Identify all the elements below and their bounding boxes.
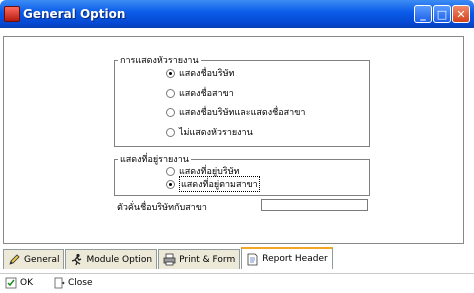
tab-print-form-label: Print & Form	[179, 254, 236, 265]
radio-show-branch-name[interactable]: แสดงชื่อสาขา	[166, 86, 234, 100]
radio-show-company-name[interactable]: แสดงชื่อบริษัท	[166, 66, 234, 80]
title-bar[interactable]: General Option _ □ ✕	[0, 0, 474, 28]
tab-strip: General Module Option Print & Form Repor…	[3, 247, 334, 269]
radio-button[interactable]	[166, 166, 175, 176]
minimize-button[interactable]: _	[414, 5, 432, 23]
radio-label: ไม่แสดงหัวรายงาน	[179, 128, 253, 138]
general-option-window: General Option _ □ ✕ การแสดงหัวรายงาน แส…	[0, 0, 474, 293]
close-button[interactable]: Close	[53, 277, 93, 289]
radio-label: แสดงชื่อบริษัท	[179, 69, 235, 79]
separator-field-label: ตัวคั่นชื่อบริษัทกับสาขา	[117, 203, 207, 213]
document-icon	[247, 253, 258, 265]
radio-hide-report-header[interactable]: ไม่แสดงหัวรายงาน	[166, 125, 253, 139]
tab-general[interactable]: General	[3, 249, 65, 269]
report-header-group-legend: การแสดงหัวรายงาน	[120, 56, 199, 66]
radio-show-company-and-branch[interactable]: แสดงชื่อบริษัทและแสดงชื่อสาขา	[166, 105, 305, 119]
radio-button[interactable]	[166, 88, 175, 98]
radio-branch-address[interactable]: แสดงที่อยู่ตามสาขา	[166, 176, 260, 192]
tab-module-option-label: Module Option	[86, 254, 153, 265]
radio-button[interactable]	[166, 68, 175, 78]
tab-general-label: General	[24, 254, 60, 265]
radio-label: แสดงที่อยู่ตามสาขา	[179, 176, 260, 192]
window-title: General Option	[23, 7, 126, 21]
tab-print-form[interactable]: Print & Form	[158, 249, 241, 269]
radio-label: แสดงชื่อบริษัทและแสดงชื่อสาขา	[179, 108, 306, 118]
separator-input[interactable]	[261, 199, 368, 211]
radio-button[interactable]	[166, 179, 175, 189]
radio-button[interactable]	[166, 107, 175, 117]
maximize-button[interactable]: □	[433, 5, 451, 23]
ok-button[interactable]: OK	[5, 277, 33, 289]
close-button-label: Close	[68, 278, 93, 288]
app-icon	[4, 6, 20, 22]
radio-label: แสดงชื่อสาขา	[179, 89, 234, 99]
button-bar: OK Close	[0, 273, 474, 293]
runner-icon	[72, 253, 82, 266]
printer-icon	[163, 253, 176, 266]
close-window-button[interactable]: ✕	[452, 5, 470, 23]
tab-report-header[interactable]: Report Header	[241, 247, 333, 269]
tab-report-header-label: Report Header	[262, 254, 328, 264]
ok-button-label: OK	[20, 278, 33, 288]
tab-module-option[interactable]: Module Option	[65, 249, 158, 269]
pencil-icon	[9, 254, 20, 265]
radio-button[interactable]	[166, 127, 175, 137]
close-door-icon	[54, 277, 65, 289]
ok-icon	[5, 277, 17, 289]
